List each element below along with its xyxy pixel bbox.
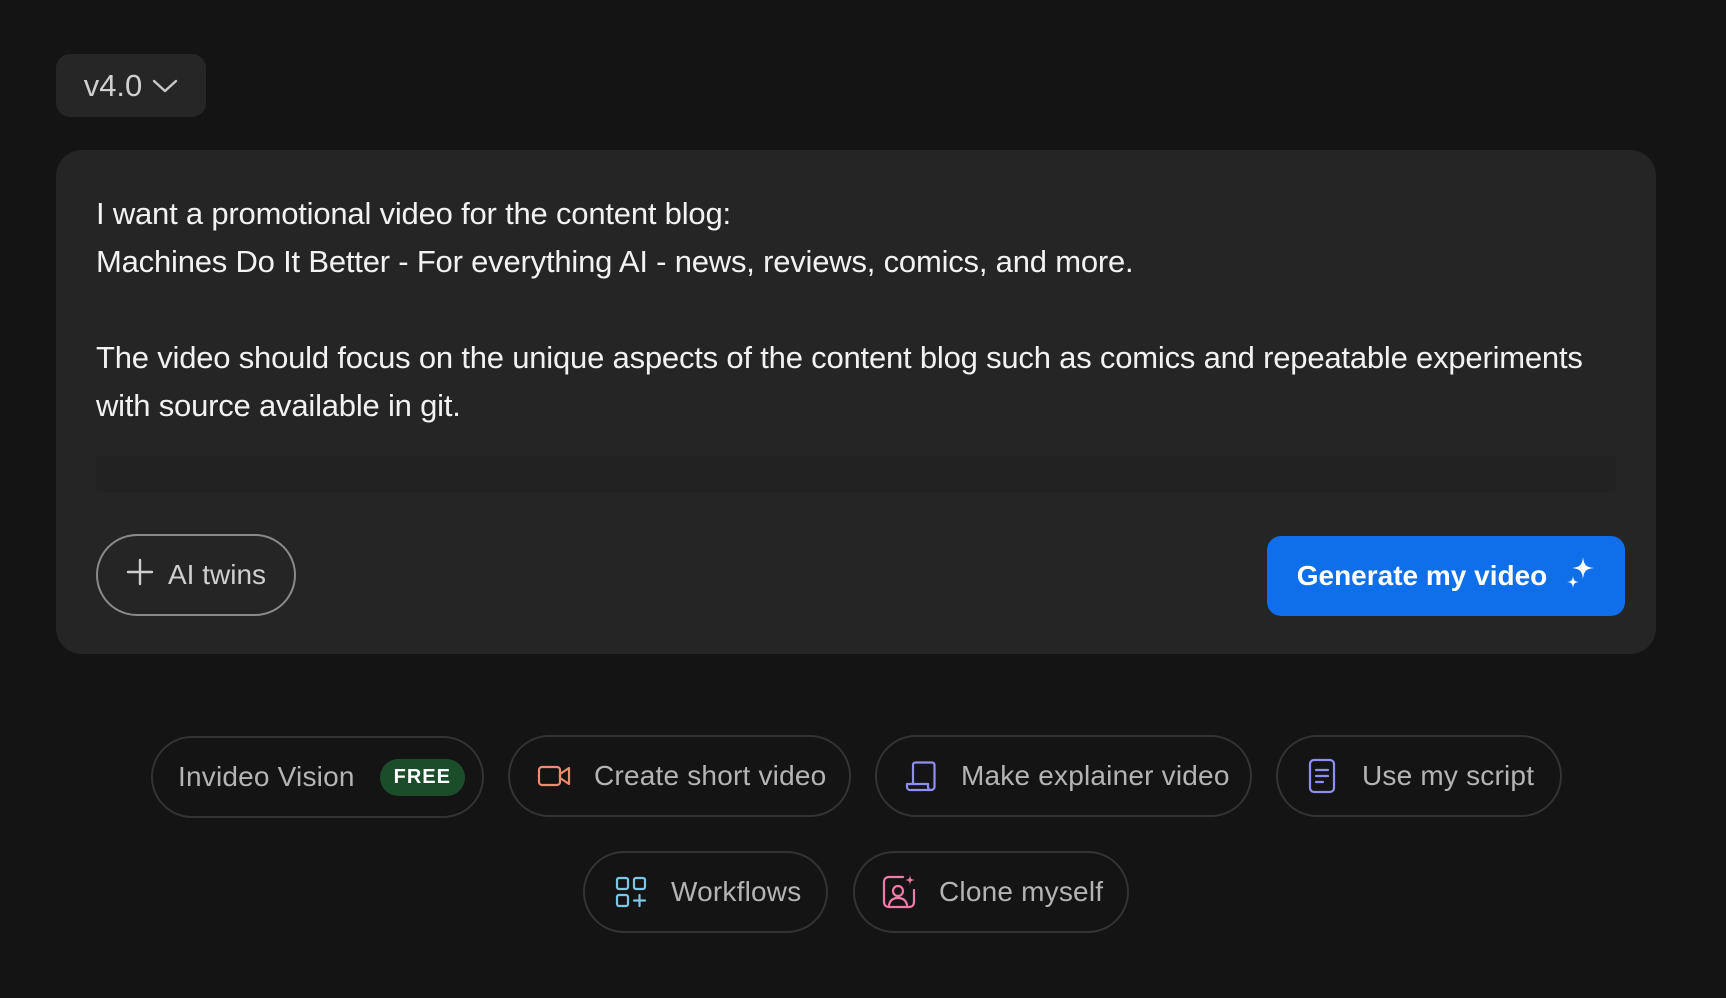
workflows-label: Workflows (671, 876, 802, 907)
invideo-vision-label: Invideo Vision (178, 761, 355, 792)
invideo-vision-chip[interactable]: Invideo Vision FREE (151, 736, 484, 818)
ai-twins-label: AI twins (167, 559, 267, 590)
free-badge: FREE (379, 758, 465, 796)
grid-plus-icon (613, 874, 649, 910)
workflows-chip[interactable]: Workflows (583, 851, 828, 933)
create-short-video-chip[interactable]: Create short video (508, 735, 851, 817)
make-explainer-video-label: Make explainer video (961, 760, 1230, 791)
page: v4.0 I want a promotional video for the … (0, 0, 1726, 998)
video-camera-icon (536, 758, 572, 794)
chevron-down-icon (152, 78, 178, 94)
ai-twins-button[interactable]: AI twins (96, 534, 296, 616)
clone-myself-label: Clone myself (939, 876, 1104, 907)
scroll-icon (903, 758, 939, 794)
document-icon (1304, 758, 1340, 794)
create-short-video-label: Create short video (594, 760, 827, 791)
generate-video-button[interactable]: Generate my video (1267, 536, 1625, 616)
make-explainer-video-chip[interactable]: Make explainer video (875, 735, 1252, 817)
use-my-script-label: Use my script (1362, 760, 1535, 791)
prompt-textarea[interactable]: I want a promotional video for the conte… (96, 190, 1616, 490)
version-label: v4.0 (83, 67, 143, 103)
portrait-sparkle-icon (881, 874, 917, 910)
use-my-script-chip[interactable]: Use my script (1276, 735, 1562, 817)
clone-myself-chip[interactable]: Clone myself (853, 851, 1129, 933)
plus-icon (126, 558, 154, 593)
prompt-scroll-fade (96, 456, 1616, 492)
sparkle-icon (1565, 556, 1595, 597)
generate-label: Generate my video (1296, 560, 1548, 591)
prompt-card: I want a promotional video for the conte… (56, 150, 1656, 654)
version-dropdown[interactable]: v4.0 (56, 54, 206, 117)
